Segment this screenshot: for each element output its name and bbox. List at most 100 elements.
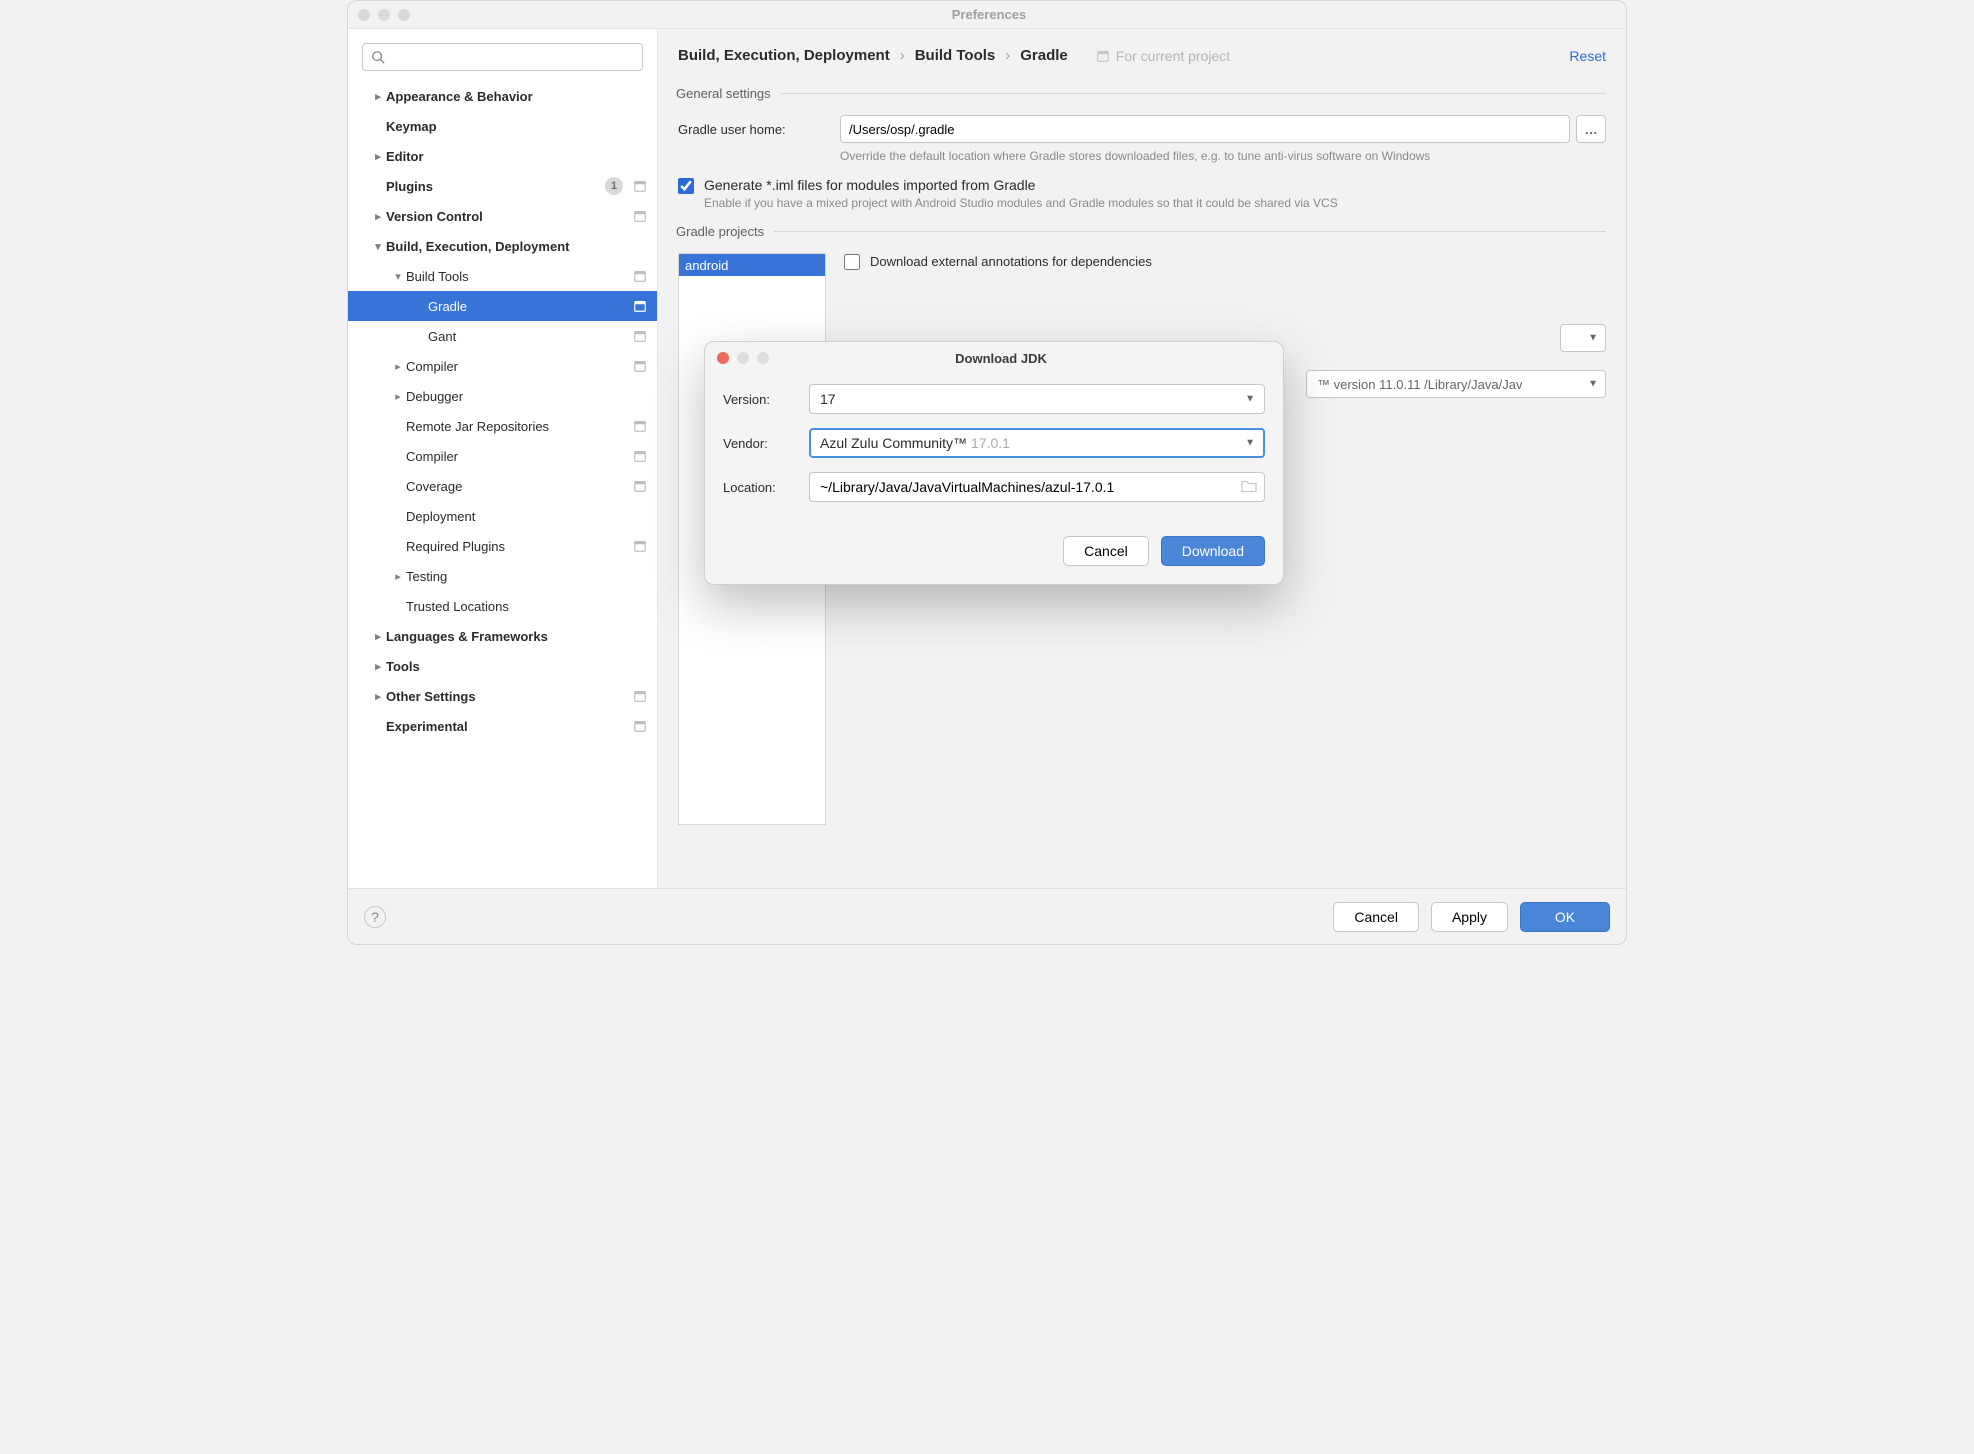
sidebar-item-label: Compiler	[406, 449, 458, 464]
chevron-right-icon[interactable]	[370, 630, 386, 643]
sidebar-item-keymap[interactable]: Keymap	[348, 111, 657, 141]
download-jdk-dialog: Download JDK Version: 17 ▼ Vendor: Azul …	[704, 341, 1284, 585]
sidebar-item-editor[interactable]: Editor	[348, 141, 657, 171]
section-legend: General settings	[676, 86, 781, 101]
sidebar-item-compiler[interactable]: Compiler	[348, 441, 657, 471]
sidebar-item-gradle[interactable]: Gradle	[348, 291, 657, 321]
folder-icon[interactable]	[1241, 479, 1257, 496]
chevron-right-icon[interactable]	[370, 690, 386, 703]
generate-iml-checkbox[interactable]	[678, 178, 694, 194]
breadcrumb-sep-icon: ›	[1005, 47, 1010, 64]
gradle-jvm-select[interactable]: ™ version 11.0.11 /Library/Java/Jav	[1306, 370, 1606, 398]
chevron-down-icon: ▼	[1245, 438, 1255, 449]
sidebar-item-plugins[interactable]: Plugins1	[348, 171, 657, 201]
chevron-right-icon[interactable]	[390, 570, 406, 583]
sidebar-item-appearance-behavior[interactable]: Appearance & Behavior	[348, 81, 657, 111]
modal-window-controls	[717, 352, 769, 364]
chevron-right-icon[interactable]	[390, 390, 406, 403]
sidebar-item-experimental[interactable]: Experimental	[348, 711, 657, 741]
minimize-modal-icon	[737, 352, 749, 364]
browse-button[interactable]: …	[1576, 115, 1606, 143]
sidebar-item-label: Version Control	[386, 209, 483, 224]
sidebar-item-debugger[interactable]: Debugger	[348, 381, 657, 411]
sidebar-item-label: Keymap	[386, 119, 437, 134]
sidebar-item-label: Remote Jar Repositories	[406, 419, 549, 434]
search-input[interactable]	[391, 50, 634, 65]
sidebar-item-tools[interactable]: Tools	[348, 651, 657, 681]
sidebar-item-label: Other Settings	[386, 689, 476, 704]
zoom-modal-icon	[757, 352, 769, 364]
download-annotations-label: Download external annotations for depend…	[870, 254, 1152, 269]
vendor-label: Vendor:	[723, 436, 797, 451]
sidebar-item-remote-jar-repositories[interactable]: Remote Jar Repositories	[348, 411, 657, 441]
chevron-right-icon[interactable]	[370, 210, 386, 223]
sidebar-item-label: Tools	[386, 659, 420, 674]
minimize-window-icon[interactable]	[378, 9, 390, 21]
project-scope-icon	[633, 299, 647, 313]
titlebar: Preferences	[348, 1, 1626, 29]
search-input-wrapper[interactable]	[362, 43, 643, 71]
reset-link[interactable]: Reset	[1569, 48, 1606, 64]
sidebar-item-coverage[interactable]: Coverage	[348, 471, 657, 501]
sidebar-item-label: Experimental	[386, 719, 468, 734]
chevron-right-icon[interactable]	[370, 90, 386, 103]
download-annotations-checkbox[interactable]	[844, 254, 860, 270]
sidebar-item-label: Required Plugins	[406, 539, 505, 554]
project-scope-icon	[1096, 49, 1110, 63]
location-input[interactable]	[809, 472, 1265, 502]
chevron-down-icon: ▼	[1245, 394, 1255, 405]
chevron-right-icon[interactable]	[370, 150, 386, 163]
sidebar-item-gant[interactable]: Gant	[348, 321, 657, 351]
preferences-window: Preferences Appearance & Behavior Keymap E…	[347, 0, 1627, 945]
sidebar-item-compiler[interactable]: Compiler	[348, 351, 657, 381]
badge: 1	[605, 177, 623, 195]
scope-label: For current project	[1096, 48, 1230, 64]
project-scope-icon	[633, 419, 647, 433]
generate-iml-hint: Enable if you have a mixed project with …	[704, 196, 1606, 210]
project-scope-icon	[633, 689, 647, 703]
modal-download-button[interactable]: Download	[1161, 536, 1265, 566]
breadcrumb-part[interactable]: Build, Execution, Deployment	[678, 47, 890, 64]
project-scope-icon	[633, 179, 647, 193]
breadcrumb-part[interactable]: Gradle	[1020, 47, 1068, 64]
chevron-down-icon[interactable]	[390, 270, 406, 283]
sidebar-item-languages-frameworks[interactable]: Languages & Frameworks	[348, 621, 657, 651]
close-modal-icon[interactable]	[717, 352, 729, 364]
sidebar-item-build-tools[interactable]: Build Tools	[348, 261, 657, 291]
chevron-down-icon[interactable]	[370, 240, 386, 253]
settings-tree: Appearance & Behavior Keymap Editor Plugins…	[348, 81, 657, 888]
chevron-right-icon[interactable]	[390, 360, 406, 373]
location-input-wrapper	[809, 472, 1265, 502]
project-scope-icon	[633, 359, 647, 373]
sidebar-item-required-plugins[interactable]: Required Plugins	[348, 531, 657, 561]
gradle-project-entry[interactable]: android	[679, 254, 825, 276]
breadcrumb: Build, Execution, Deployment › Build Too…	[678, 47, 1068, 64]
breadcrumb-part[interactable]: Build Tools	[915, 47, 996, 64]
gradle-user-home-hint: Override the default location where Grad…	[840, 149, 1606, 163]
sidebar-item-version-control[interactable]: Version Control	[348, 201, 657, 231]
project-scope-icon	[633, 329, 647, 343]
sidebar-item-label: Languages & Frameworks	[386, 629, 548, 644]
section-legend: Gradle projects	[676, 224, 774, 239]
sidebar-item-trusted-locations[interactable]: Trusted Locations	[348, 591, 657, 621]
sidebar-item-testing[interactable]: Testing	[348, 561, 657, 591]
sidebar: Appearance & Behavior Keymap Editor Plugins…	[348, 29, 658, 888]
gradle-user-home-input[interactable]	[840, 115, 1570, 143]
zoom-window-icon[interactable]	[398, 9, 410, 21]
chevron-right-icon[interactable]	[370, 660, 386, 673]
modal-cancel-button[interactable]: Cancel	[1063, 536, 1149, 566]
close-window-icon[interactable]	[358, 9, 370, 21]
sidebar-item-label: Editor	[386, 149, 424, 164]
apply-button[interactable]: Apply	[1431, 902, 1508, 932]
sidebar-item-build-execution-deployment[interactable]: Build, Execution, Deployment	[348, 231, 657, 261]
cancel-button[interactable]: Cancel	[1333, 902, 1419, 932]
version-select[interactable]: 17 ▼	[809, 384, 1265, 414]
ok-button[interactable]: OK	[1520, 902, 1610, 932]
help-button[interactable]: ?	[364, 906, 386, 928]
hidden-combo-1[interactable]	[1560, 324, 1606, 352]
vendor-select[interactable]: Azul Zulu Community™ 17.0.1 ▼	[809, 428, 1265, 458]
sidebar-item-deployment[interactable]: Deployment	[348, 501, 657, 531]
sidebar-item-other-settings[interactable]: Other Settings	[348, 681, 657, 711]
chevron-down-icon: ▼	[1588, 379, 1598, 390]
gradle-user-home-label: Gradle user home:	[678, 122, 840, 137]
